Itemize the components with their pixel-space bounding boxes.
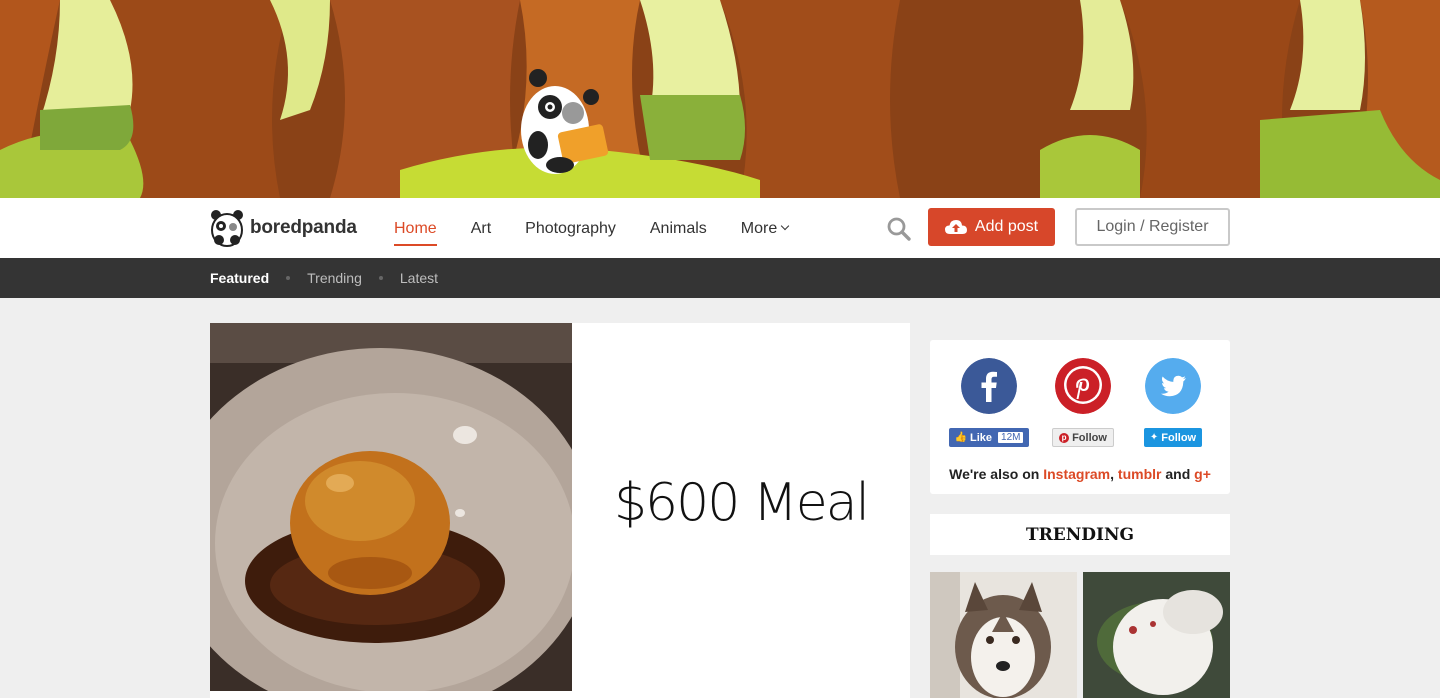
sub-nav: Featured Trending Latest (0, 258, 1440, 298)
twitter-follow-label: Follow (1161, 431, 1197, 444)
cloud-upload-icon (944, 220, 967, 234)
instagram-link[interactable]: Instagram (1043, 466, 1110, 482)
also-on-and: and (1161, 466, 1195, 482)
trending-thumb-husky[interactable] (930, 572, 1077, 698)
header-banner (0, 0, 1440, 198)
nav-more[interactable]: More (740, 198, 790, 258)
site-logo[interactable]: boredpanda (210, 208, 357, 248)
pinterest-follow-button[interactable]: p Follow (1052, 428, 1114, 447)
separator-dot (286, 276, 291, 280)
pinterest-block: p Follow (1043, 358, 1123, 447)
pinterest-small-icon: p (1059, 432, 1070, 443)
featured-post-title[interactable]: $600 Meal (572, 323, 910, 683)
search-button[interactable] (886, 216, 912, 242)
nav-home[interactable]: Home (394, 198, 437, 258)
featured-post[interactable]: $600 Meal (210, 323, 910, 698)
subnav-featured[interactable]: Featured (210, 270, 269, 286)
nav-more-label: More (740, 220, 778, 237)
trending-thumb-bunny[interactable] (1083, 572, 1230, 698)
nav-links: Home Art Photography Animals More (394, 198, 822, 258)
main-nav: boredpanda Home Art Photography Animals … (0, 198, 1440, 258)
tumblr-link[interactable]: tumblr (1118, 466, 1162, 482)
add-post-label: Add post (974, 218, 1039, 235)
also-on-prefix: We're also on (949, 466, 1044, 482)
twitter-small-icon: ✦ (1149, 432, 1159, 443)
nav-photography[interactable]: Photography (525, 198, 616, 258)
twitter-block: ✦ Follow (1133, 358, 1213, 447)
panda-logo-icon (211, 210, 243, 247)
facebook-like-count: 12M (998, 432, 1024, 443)
twitter-follow-button[interactable]: ✦ Follow (1143, 428, 1203, 447)
facebook-like-label: Like (970, 431, 993, 444)
facebook-icon[interactable] (961, 358, 1017, 414)
nav-animals[interactable]: Animals (650, 198, 707, 258)
search-icon (887, 217, 911, 241)
trending-heading: TRENDING (930, 514, 1230, 555)
subnav-trending[interactable]: Trending (307, 270, 362, 286)
featured-post-image[interactable] (210, 323, 572, 691)
facebook-like-button[interactable]: 👍 Like 12M (948, 428, 1030, 447)
subnav-latest[interactable]: Latest (400, 270, 438, 286)
chevron-down-icon (780, 221, 790, 231)
thumbs-up-icon: 👍 (954, 432, 967, 443)
separator-dot (378, 276, 383, 280)
social-follow-box: 👍 Like 12M p Follow ✦ Follow We're also … (930, 340, 1230, 494)
pinterest-follow-label: Follow (1072, 431, 1107, 444)
logo-text: boredpanda (250, 217, 357, 238)
gplus-link[interactable]: g+ (1194, 466, 1211, 482)
login-register-button[interactable]: Login / Register (1075, 208, 1230, 246)
nav-art[interactable]: Art (471, 198, 491, 258)
pinterest-icon[interactable] (1055, 358, 1111, 414)
add-post-button[interactable]: Add post (928, 208, 1055, 246)
facebook-block: 👍 Like 12M (948, 358, 1030, 447)
also-on-text: We're also on Instagram, tumblr and g+ (930, 466, 1230, 482)
also-on-comma: , (1110, 466, 1118, 482)
twitter-icon[interactable] (1145, 358, 1201, 414)
